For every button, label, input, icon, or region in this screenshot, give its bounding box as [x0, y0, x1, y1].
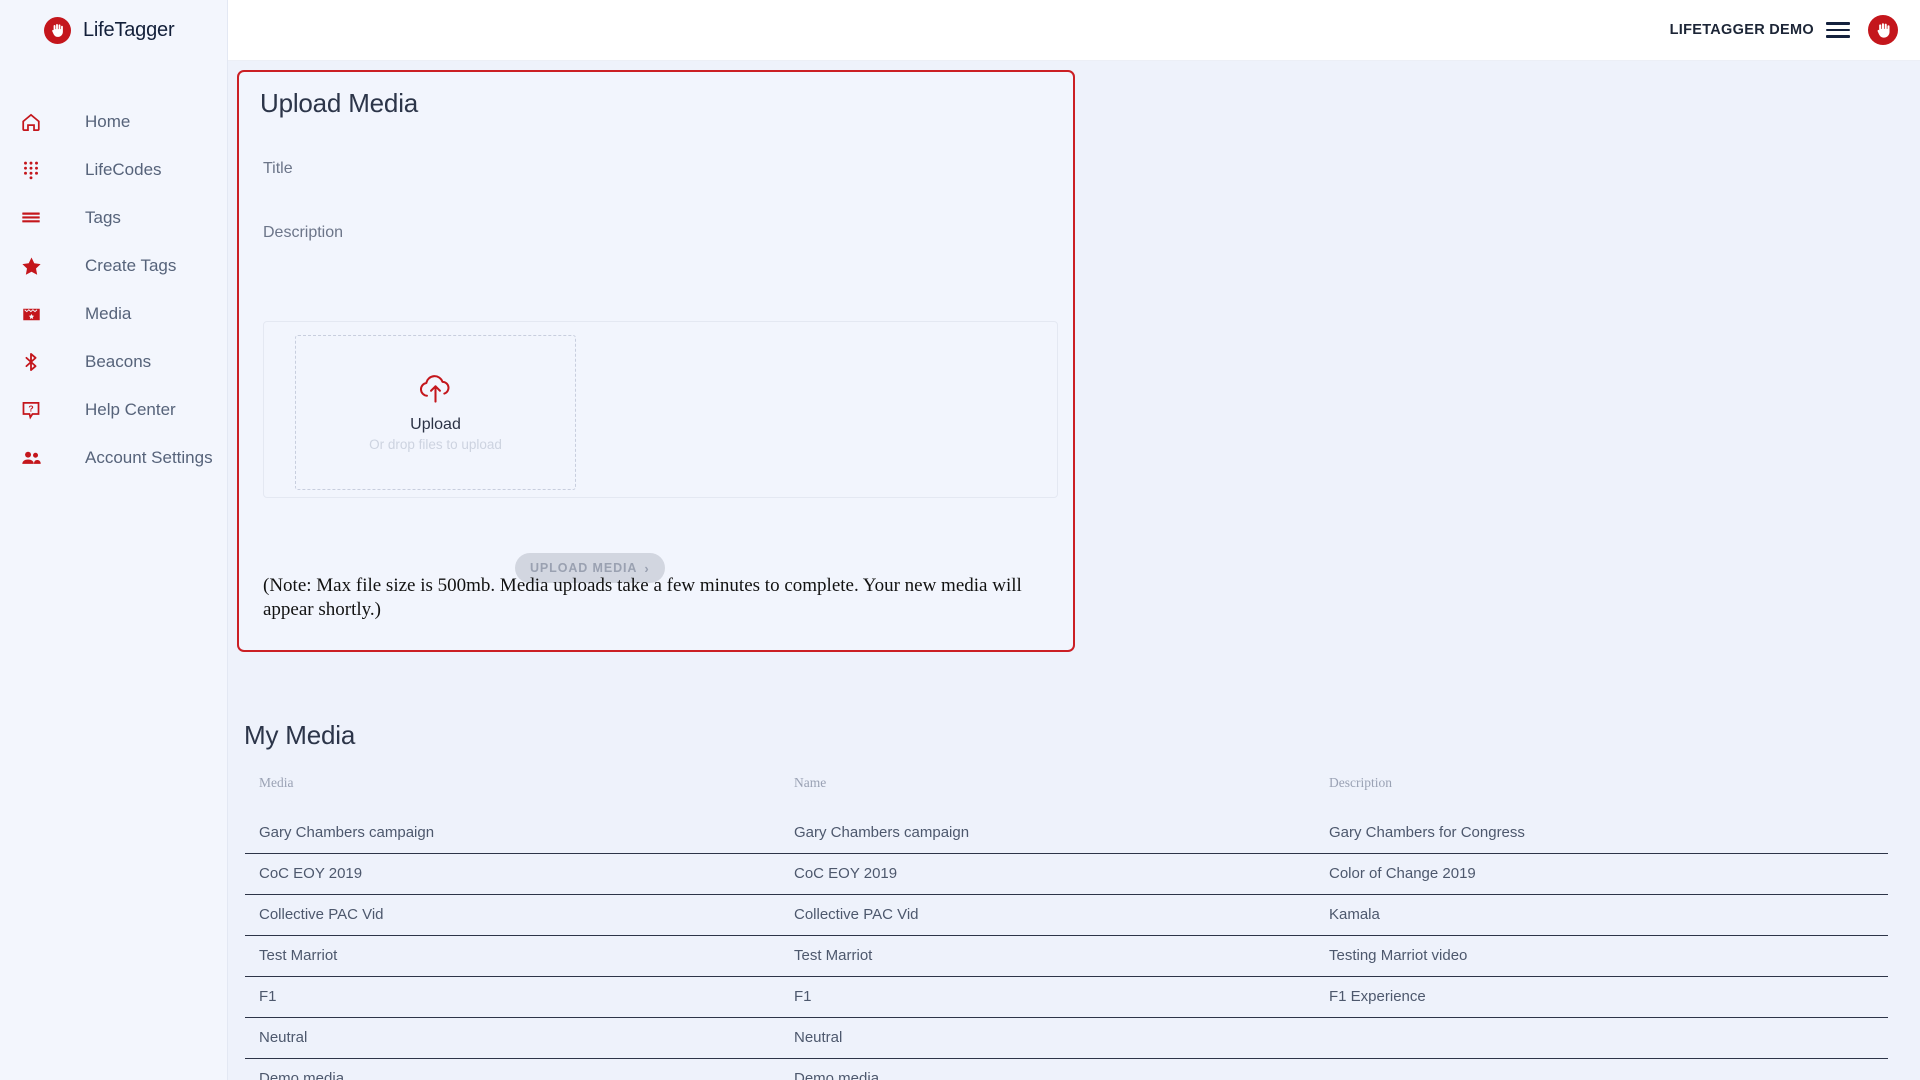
sidebar-item-account-settings[interactable]: Account Settings	[0, 434, 227, 482]
main-content: Upload Media Upload Or drop files to	[228, 61, 1920, 1080]
dot-grid-icon	[14, 159, 48, 181]
cell-media: Neutral	[245, 1017, 780, 1059]
table-header-row: Media Name Description	[245, 768, 1888, 813]
bluetooth-icon	[14, 351, 48, 373]
sidebar-item-beacons[interactable]: Beacons	[0, 338, 227, 386]
upload-form-fields	[239, 119, 1073, 314]
table-row[interactable]: CoC EOY 2019 CoC EOY 2019 Color of Chang…	[245, 853, 1888, 895]
question-badge-icon: ?	[14, 399, 48, 421]
sidebar-item-help-center[interactable]: ? Help Center	[0, 386, 227, 434]
cell-description: Gary Chambers for Congress	[1315, 813, 1888, 854]
sidebar-item-label: Help Center	[85, 400, 176, 419]
table-row[interactable]: Collective PAC Vid Collective PAC Vid Ka…	[245, 894, 1888, 936]
dropzone[interactable]: Upload Or drop files to upload	[295, 335, 576, 490]
upload-media-button-label: UPLOAD MEDIA	[530, 561, 638, 575]
upload-note: (Note: Max file size is 500mb. Media upl…	[263, 575, 1022, 621]
dropzone-sublabel: Or drop files to upload	[369, 437, 502, 452]
top-bar: LIFETAGGER DEMO	[228, 0, 1920, 61]
sidebar-item-media[interactable]: Media	[0, 290, 227, 338]
sidebar-item-home[interactable]: Home	[0, 98, 227, 146]
people-icon	[14, 447, 48, 470]
brand-name: LifeTagger	[83, 19, 175, 41]
my-media-title: My Media	[244, 720, 356, 750]
hand-icon	[44, 17, 71, 44]
app-root: LifeTagger Home LifeCodes Tags Create Ta…	[0, 0, 1920, 1080]
cell-media: Demo media	[245, 1058, 780, 1080]
sidebar-nav: Home LifeCodes Tags Create Tags Media Be…	[0, 98, 227, 482]
column-header-name: Name	[794, 775, 827, 790]
cell-media: Gary Chambers campaign	[245, 813, 780, 854]
table-row[interactable]: Demo media Demo media	[245, 1058, 1888, 1080]
hamburger-icon[interactable]	[1826, 22, 1850, 38]
upload-panel-title: Upload Media	[260, 88, 419, 118]
clapperboard-icon	[14, 304, 48, 325]
cell-description: Kamala	[1315, 894, 1888, 936]
dropzone-outer: Upload Or drop files to upload	[263, 321, 1058, 498]
sidebar-item-label: Home	[85, 112, 131, 131]
sidebar-item-label: Account Settings	[85, 448, 213, 467]
column-header-media: Media	[259, 775, 294, 790]
star-icon	[14, 255, 48, 278]
sidebar: LifeTagger Home LifeCodes Tags Create Ta…	[0, 0, 228, 1080]
table-row[interactable]: F1 F1 F1 Experience	[245, 976, 1888, 1018]
sidebar-item-tags[interactable]: Tags	[0, 194, 227, 242]
cell-media: Collective PAC Vid	[245, 894, 780, 936]
table-row[interactable]: Gary Chambers campaign Gary Chambers cam…	[245, 813, 1888, 854]
lines-icon	[14, 207, 48, 229]
sidebar-item-label: Tags	[85, 208, 121, 227]
column-header-description: Description	[1329, 775, 1392, 790]
cell-name: Neutral	[780, 1017, 1315, 1059]
cloud-upload-icon	[416, 373, 455, 411]
cell-name: Collective PAC Vid	[780, 894, 1315, 936]
cell-name: CoC EOY 2019	[780, 853, 1315, 895]
sidebar-item-lifecodes[interactable]: LifeCodes	[0, 146, 227, 194]
sidebar-item-label: LifeCodes	[85, 160, 162, 179]
avatar[interactable]	[1868, 15, 1898, 45]
my-media-table-body: Gary Chambers campaign Gary Chambers cam…	[245, 813, 1888, 1080]
svg-text:?: ?	[28, 403, 33, 413]
sidebar-item-label: Beacons	[85, 352, 152, 371]
home-icon	[14, 111, 48, 133]
cell-name: F1	[780, 976, 1315, 1018]
cell-description	[1315, 1058, 1888, 1080]
brand[interactable]: LifeTagger	[0, 0, 227, 61]
cell-description: Color of Change 2019	[1315, 853, 1888, 895]
cell-description: Testing Marriot video	[1315, 935, 1888, 977]
sidebar-item-create-tags[interactable]: Create Tags	[0, 242, 227, 290]
account-name-label: LIFETAGGER DEMO	[1669, 22, 1814, 38]
cell-name: Test Marriot	[780, 935, 1315, 977]
cell-description	[1315, 1017, 1888, 1059]
table-row[interactable]: Neutral Neutral	[245, 1017, 1888, 1059]
sidebar-item-label: Create Tags	[85, 256, 177, 275]
cell-media: CoC EOY 2019	[245, 853, 780, 895]
cell-name: Demo media	[780, 1058, 1315, 1080]
cell-description: F1 Experience	[1315, 976, 1888, 1018]
cell-media: Test Marriot	[245, 935, 780, 977]
chevron-right-icon: ›	[644, 560, 650, 576]
sidebar-item-label: Media	[85, 304, 132, 323]
title-input[interactable]	[263, 147, 1049, 191]
cell-media: F1	[245, 976, 780, 1018]
cell-name: Gary Chambers campaign	[780, 813, 1315, 854]
table-row[interactable]: Test Marriot Test Marriot Testing Marrio…	[245, 935, 1888, 977]
my-media-table: Media Name Description Gary Chambers cam…	[245, 768, 1888, 1080]
upload-media-panel: Upload Media Upload Or drop files to	[237, 70, 1075, 652]
dropzone-label: Upload	[410, 416, 461, 433]
description-input[interactable]	[263, 223, 1049, 309]
